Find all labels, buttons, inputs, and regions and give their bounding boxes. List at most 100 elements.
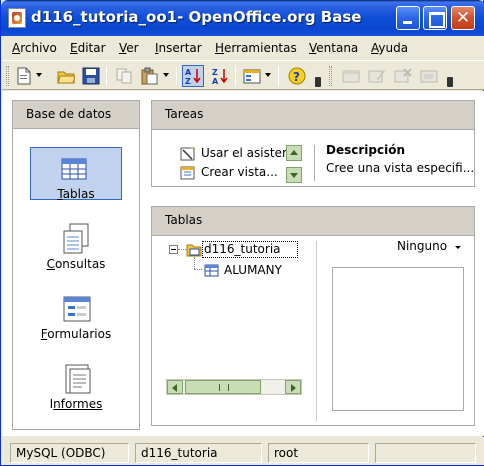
preview-area (332, 267, 464, 411)
sort-ascending-icon: A Z (185, 68, 201, 86)
close-icon: ✕ (455, 8, 471, 28)
edit-icon[interactable] (368, 67, 386, 85)
minimize-button[interactable] (396, 6, 420, 30)
save-disk-icon[interactable] (82, 67, 100, 85)
menu-herramientas-mnemonic: H (215, 41, 225, 55)
status-driver: MySQL (ODBC) (10, 443, 129, 463)
tree-database-node[interactable]: d116_tutoria (204, 242, 281, 259)
menu-ver-label: er (126, 41, 139, 55)
task-scroll-down-button[interactable] (286, 167, 302, 183)
scroll-left-button[interactable] (167, 380, 183, 394)
status-database: d116_tutoria (135, 443, 262, 463)
form-icon[interactable] (243, 67, 261, 85)
svg-text:?: ? (293, 70, 300, 84)
main-content: Base de datos Tablas Consultas Formulari… (2, 91, 484, 436)
dropdown-arrow-icon (455, 246, 461, 249)
database-panel-header: Base de datos (13, 101, 139, 129)
nav-informes-label: Informes (13, 397, 139, 411)
tree-collapse-toggle[interactable] (169, 245, 178, 254)
menu-editar-mnemonic: E (70, 41, 78, 55)
toolbar-separator (176, 66, 177, 86)
toolbar-separator (278, 66, 279, 86)
tables-panel: Tablas d116_tutoria ALUMANY Ninguno (151, 206, 475, 426)
menu-herramientas[interactable]: Herramientas (215, 41, 297, 55)
nav-consultas-mnemonic: C (46, 257, 55, 271)
form-dropdown-arrow-icon[interactable] (265, 73, 271, 77)
status-extra (375, 443, 476, 463)
tree-connector (194, 257, 195, 269)
close-button[interactable]: ✕ (451, 6, 475, 30)
toolbar-separator (235, 66, 236, 86)
scroll-right-button[interactable] (285, 380, 301, 394)
task-scroll-up-button[interactable] (286, 145, 302, 161)
database-icon (186, 244, 202, 257)
minimize-icon (397, 7, 419, 29)
reports-icon (65, 364, 91, 394)
svg-text:Z: Z (212, 68, 218, 77)
scroll-thumb[interactable] (185, 380, 261, 394)
table-icon (204, 264, 219, 277)
status-user: root (268, 443, 369, 463)
task-create-view[interactable]: Crear vista... (180, 164, 300, 182)
status-bar: MySQL (ODBC) d116_tutoria root (2, 437, 484, 465)
task-use-wizard[interactable]: Usar el asister (180, 145, 300, 163)
standard-toolbar: A Z Z A ? (2, 60, 484, 90)
svg-text:A: A (185, 68, 192, 77)
tables-splitter[interactable] (316, 241, 317, 421)
paste-dropdown-arrow-icon[interactable] (163, 73, 169, 77)
rename-icon[interactable] (420, 67, 438, 85)
toolbar-overflow-icon[interactable] (447, 77, 453, 87)
menu-archivo[interactable]: Archivo (12, 41, 57, 55)
menu-ventana[interactable]: Ventana (309, 41, 358, 55)
nav-formularios-label: Formularios (13, 327, 139, 341)
menu-ayuda-label: yuda (378, 41, 409, 55)
tree-table-node[interactable]: ALUMANY (224, 263, 282, 280)
description-text: Cree una vista especifi... (326, 161, 475, 175)
tree-connector (194, 269, 202, 270)
new-dropdown-arrow-icon[interactable] (36, 73, 42, 77)
description-title: Descripción (326, 143, 405, 157)
preview-mode-dropdown[interactable]: Ninguno (397, 239, 461, 253)
nav-tablas-label: Tablas (13, 187, 139, 201)
sort-ascending-button[interactable]: A Z (182, 65, 204, 87)
paste-icon[interactable] (140, 67, 158, 85)
toolbar-overflow-icon[interactable] (315, 77, 321, 87)
forms-icon (63, 296, 91, 322)
toolbar-grip[interactable] (329, 66, 332, 86)
nav-informes-text: nformes (53, 397, 103, 411)
menu-ventana-label: entana (316, 41, 359, 55)
title-bar[interactable]: d116_tutoria_oo1- OpenOffice.org Base ✕ (1, 0, 484, 36)
preview-mode-value: Ninguno (397, 239, 448, 253)
tasks-divider (314, 145, 315, 181)
wizard-icon (180, 147, 195, 161)
maximize-icon (424, 7, 446, 29)
openoffice-app-icon[interactable] (8, 8, 26, 28)
queries-icon (63, 223, 89, 254)
tasks-panel: Tareas Usar el asister Crear vista... De… (151, 100, 475, 187)
nav-formularios[interactable]: Formularios (13, 287, 139, 347)
nav-tablas[interactable]: Tablas (13, 147, 139, 207)
edit-table-icon[interactable] (342, 67, 360, 85)
toolbar-separator (106, 66, 107, 86)
delete-icon[interactable] (394, 67, 412, 85)
help-icon[interactable]: ? (288, 67, 306, 85)
open-folder-icon[interactable] (57, 67, 75, 85)
menu-editar[interactable]: Editar (70, 41, 106, 55)
new-document-icon[interactable] (15, 67, 33, 85)
menu-bar: Archivo Editar Ver Insertar Herramientas… (2, 36, 484, 60)
tables-panel-header: Tablas (152, 207, 474, 236)
menu-archivo-mnemonic: A (12, 41, 21, 55)
nav-consultas[interactable]: Consultas (13, 217, 139, 277)
svg-text:A: A (212, 77, 219, 85)
nav-informes[interactable]: Informes (13, 357, 139, 417)
toolbar-grip[interactable] (6, 66, 9, 86)
copy-icon[interactable] (115, 67, 133, 85)
menu-ver[interactable]: Ver (119, 41, 139, 55)
create-view-icon (180, 166, 195, 180)
tree-horizontal-scrollbar[interactable] (166, 379, 302, 395)
sort-descending-icon[interactable]: Z A (211, 67, 229, 85)
maximize-button[interactable] (423, 6, 447, 30)
menu-ayuda[interactable]: Ayuda (371, 41, 408, 55)
tables-icon (61, 158, 87, 180)
menu-insertar[interactable]: Insertar (155, 41, 202, 55)
